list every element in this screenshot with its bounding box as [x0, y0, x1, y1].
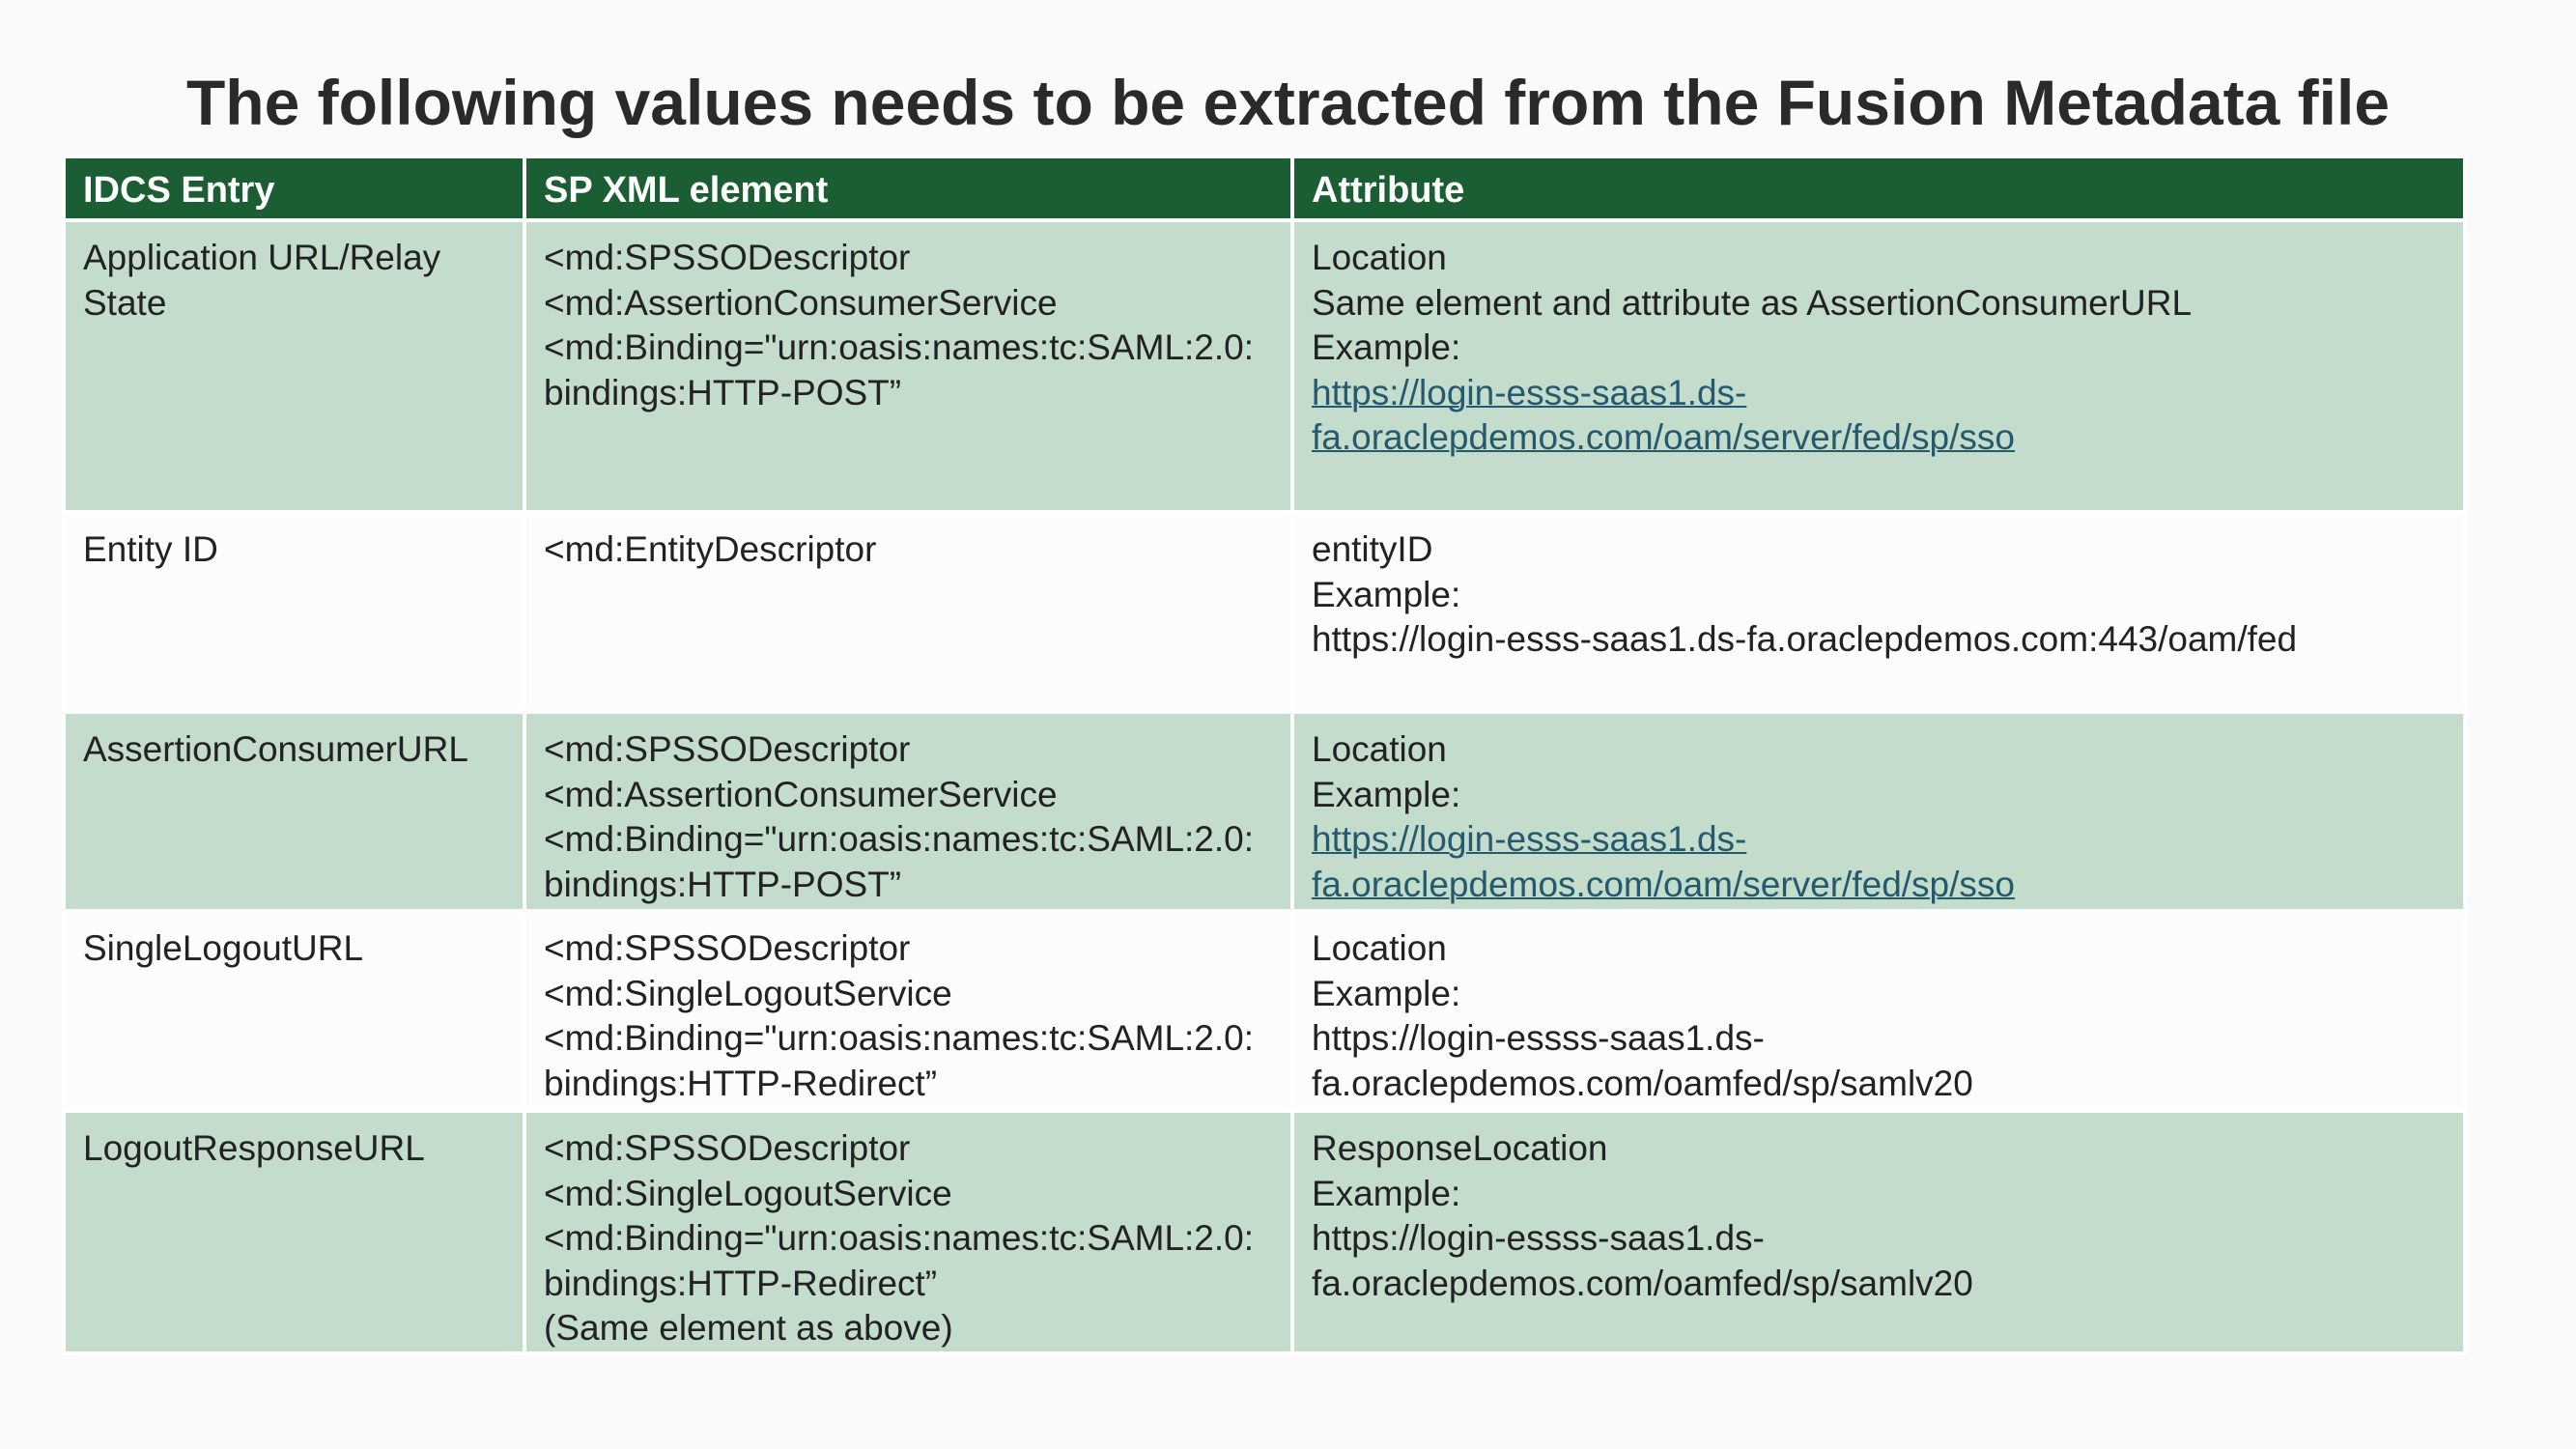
attribute-line: Example: [1312, 774, 1461, 814]
sp-xml-line: <md:SingleLogoutService [544, 973, 952, 1013]
sp-xml-element-cell: <md:SPSSODescriptor <md:SingleLogoutServ… [523, 1109, 1294, 1355]
idcs-entry-text: Entity ID [83, 529, 218, 569]
attribute-line: https://login-esss-saas1.ds-fa.oraclepde… [1312, 619, 2298, 659]
example-url-link[interactable]: https://login-esss-saas1.ds-fa.oraclepde… [1312, 371, 2065, 461]
sp-xml-line: <md:SPSSODescriptor [544, 729, 911, 769]
attribute-line: https://login-essss-saas1.ds-fa.oraclepd… [1312, 1218, 1973, 1303]
sp-xml-line: <md:Binding="urn:oasis:names:tc:SAML:2.0… [544, 819, 1255, 904]
idcs-entry-text: AssertionConsumerURL [83, 729, 468, 769]
sp-xml-line: <md:Binding="urn:oasis:names:tc:SAML:2.0… [544, 1218, 1255, 1303]
attribute-line: Same element and attribute as AssertionC… [1312, 282, 2193, 323]
attribute-line: Example: [1312, 1173, 1461, 1213]
table-row: LogoutResponseURL <md:SPSSODescriptor <m… [62, 1109, 2467, 1355]
sp-xml-element-cell: <md:SPSSODescriptor <md:AssertionConsume… [523, 218, 1294, 514]
table-row: Entity ID <md:EntityDescriptor entityID … [62, 510, 2467, 714]
idcs-entry-cell: SingleLogoutURL [62, 909, 526, 1113]
sp-xml-line: <md:Binding="urn:oasis:names:tc:SAML:2.0… [544, 1018, 1255, 1103]
sp-xml-line: <md:SPSSODescriptor [544, 238, 911, 277]
attribute-line: Example: [1312, 327, 1461, 367]
idcs-entry-cell: Application URL/Relay State [62, 218, 526, 514]
sp-xml-line: <md:AssertionConsumerService [544, 282, 1058, 323]
sp-xml-line: <md:Binding="urn:oasis:names:tc:SAML:2.0… [544, 327, 1255, 412]
column-header-sp-xml-element: SP XML element [523, 155, 1294, 222]
attribute-line: Location [1312, 729, 1447, 769]
idcs-entry-cell: LogoutResponseURL [62, 1109, 526, 1355]
sp-xml-line: <md:SPSSODescriptor [544, 928, 911, 968]
column-header-idcs-entry: IDCS Entry [62, 155, 526, 222]
sp-xml-element-cell: <md:EntityDescriptor [523, 510, 1294, 714]
attribute-line: entityID [1312, 529, 1433, 569]
sp-xml-line: (Same element as above) [544, 1308, 953, 1348]
attribute-cell: Location Same element and attribute as A… [1290, 218, 2467, 514]
sp-xml-element-cell: <md:SPSSODescriptor <md:AssertionConsume… [523, 710, 1294, 913]
table-header-row: IDCS Entry SP XML element Attribute [62, 155, 2467, 222]
attribute-line: Location [1312, 928, 1447, 968]
idcs-entry-text: Application URL/Relay State [83, 238, 451, 323]
sp-xml-line: <md:EntityDescriptor [544, 529, 877, 569]
attribute-line: Example: [1312, 973, 1461, 1013]
example-url-link[interactable]: https://login-esss-saas1.ds-fa.oraclepde… [1312, 817, 2065, 907]
table-row: Application URL/Relay State <md:SPSSODes… [62, 218, 2467, 514]
attribute-cell: Location Example: https://login-essss-sa… [1290, 909, 2467, 1113]
sp-xml-line: <md:SPSSODescriptor [544, 1128, 911, 1168]
attribute-line: Location [1312, 238, 1447, 277]
sp-xml-element-cell: <md:SPSSODescriptor <md:SingleLogoutServ… [523, 909, 1294, 1113]
idcs-entry-cell: Entity ID [62, 510, 526, 714]
attribute-cell: entityID Example: https://login-esss-saa… [1290, 510, 2467, 714]
column-header-attribute: Attribute [1290, 155, 2467, 222]
metadata-table: IDCS Entry SP XML element Attribute Appl… [62, 155, 2467, 1355]
idcs-entry-cell: AssertionConsumerURL [62, 710, 526, 913]
sp-xml-line: <md:AssertionConsumerService [544, 774, 1058, 814]
table-row: SingleLogoutURL <md:SPSSODescriptor <md:… [62, 909, 2467, 1113]
attribute-line: https://login-essss-saas1.ds-fa.oraclepd… [1312, 1018, 1973, 1103]
idcs-entry-text: SingleLogoutURL [83, 928, 364, 968]
attribute-line: Example: [1312, 574, 1461, 614]
sp-xml-line: <md:SingleLogoutService [544, 1173, 952, 1213]
attribute-line: ResponseLocation [1312, 1128, 1608, 1168]
table-row: AssertionConsumerURL <md:SPSSODescriptor… [62, 710, 2467, 913]
slide-title: The following values needs to be extract… [185, 67, 2391, 138]
attribute-cell: ResponseLocation Example: https://login-… [1290, 1109, 2467, 1355]
idcs-entry-text: LogoutResponseURL [83, 1128, 425, 1168]
attribute-cell: Location Example: https://login-esss-saa… [1290, 710, 2467, 913]
